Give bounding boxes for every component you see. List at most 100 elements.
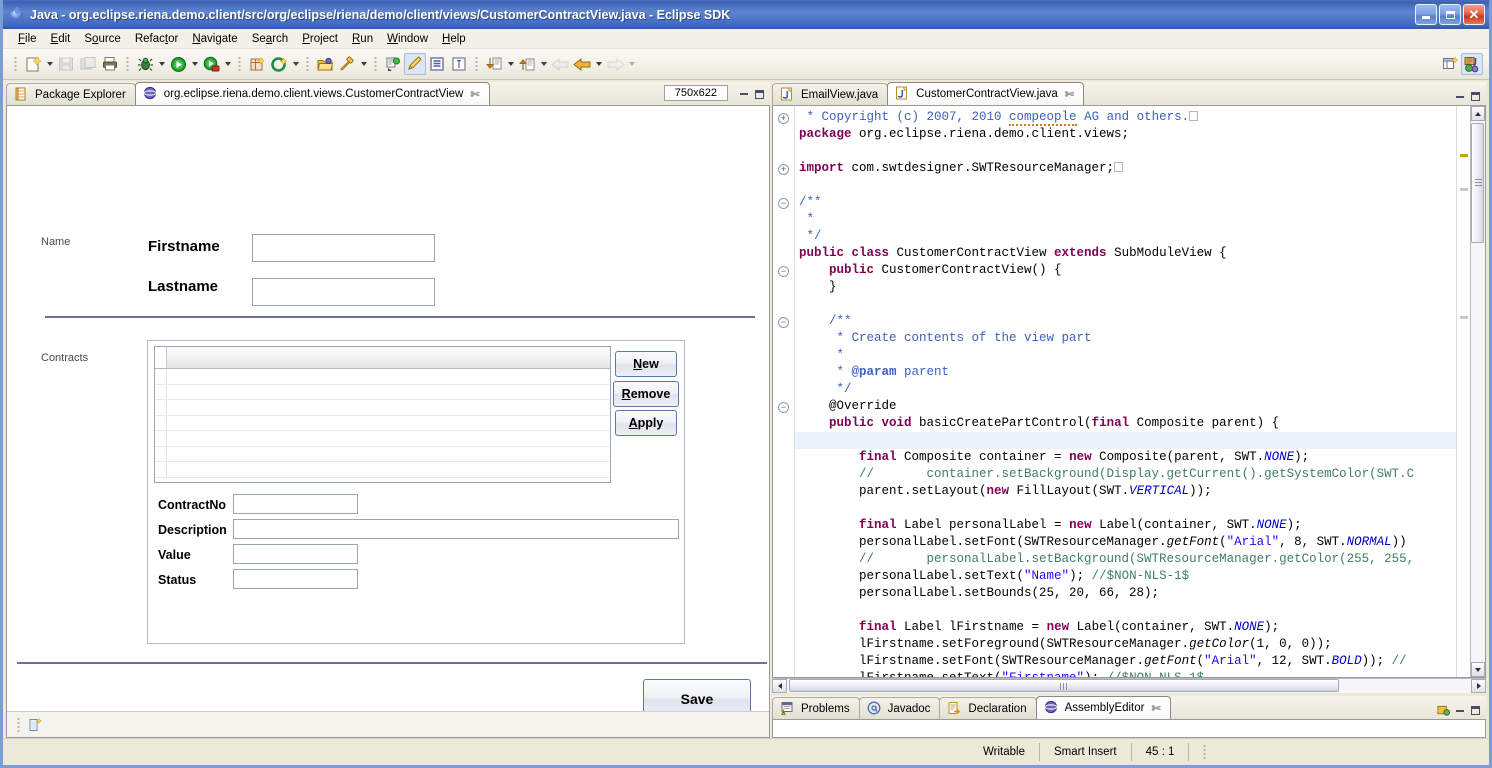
code-line[interactable]: // personalLabel.setBackground(SWTResour… — [795, 551, 1456, 568]
code-line[interactable]: * — [795, 211, 1456, 228]
table-row[interactable] — [155, 446, 610, 462]
open-perspective-icon[interactable] — [1439, 53, 1461, 75]
designer-canvas[interactable]: Name Firstname Lastname Contracts New Re… — [6, 106, 770, 738]
code-line[interactable]: * @param parent — [795, 364, 1456, 381]
tab-customercontractview-designer[interactable]: org.eclipse.riena.demo.client.views.Cust… — [134, 82, 490, 105]
back-icon[interactable] — [571, 53, 593, 75]
code-line[interactable]: /** — [795, 194, 1456, 211]
code-line[interactable] — [795, 177, 1456, 194]
code-text[interactable]: * Copyright (c) 2007, 2010 compeople AG … — [795, 106, 1456, 677]
toolbar-grip-5[interactable] — [374, 56, 377, 72]
code-line[interactable]: } — [795, 279, 1456, 296]
tab-javadoc[interactable]: Javadoc — [858, 697, 941, 719]
table-row[interactable] — [155, 415, 610, 431]
code-line[interactable]: personalLabel.setBounds(25, 20, 66, 28); — [795, 585, 1456, 602]
new-class-icon[interactable] — [268, 53, 290, 75]
code-line[interactable] — [795, 602, 1456, 619]
last-edit-location-icon[interactable] — [382, 53, 404, 75]
close-icon[interactable]: ✄ — [1065, 88, 1074, 101]
table-row[interactable] — [155, 462, 610, 478]
previous-annotation-dropdown-icon[interactable] — [538, 53, 549, 75]
tab-emailview-java[interactable]: EmailView.java — [772, 83, 889, 105]
tab-assemblyeditor[interactable]: AssemblyEditor ✄ — [1035, 696, 1171, 719]
menu-item-run[interactable]: Run — [345, 32, 380, 46]
table-row[interactable] — [155, 369, 610, 385]
folding-gutter[interactable]: + + − − − − — [773, 106, 795, 677]
code-line[interactable]: public class CustomerContractView extend… — [795, 245, 1456, 262]
code-line[interactable] — [795, 500, 1456, 517]
fold-expand-icon[interactable]: + — [778, 113, 789, 124]
menu-item-source[interactable]: Source — [77, 32, 127, 46]
scroll-left-icon[interactable] — [772, 679, 787, 693]
code-line[interactable]: final Label lFirstname = new Label(conta… — [795, 619, 1456, 636]
run-icon[interactable] — [167, 53, 189, 75]
open-type-icon[interactable] — [314, 53, 336, 75]
minimize-button[interactable] — [1415, 4, 1437, 25]
code-line[interactable]: personalLabel.setText("Name"); //$NON-NL… — [795, 568, 1456, 585]
toolbar-grip[interactable] — [14, 56, 17, 72]
vscroll-track[interactable] — [1471, 121, 1485, 662]
menu-item-window[interactable]: Window — [380, 32, 435, 46]
hscroll-track[interactable] — [787, 679, 1471, 693]
contracts-table[interactable] — [154, 346, 611, 483]
code-line[interactable]: lFirstname.setText("Firstname"); //$NON-… — [795, 670, 1456, 677]
code-line[interactable]: public void basicCreatePartControl(final… — [795, 415, 1456, 432]
block-selection-icon[interactable] — [448, 53, 470, 75]
maximize-editor-icon[interactable] — [1469, 90, 1482, 103]
code-line[interactable]: * — [795, 347, 1456, 364]
table-header-row[interactable] — [155, 347, 610, 369]
maximize-button[interactable] — [1439, 4, 1461, 25]
menu-item-refactor[interactable]: Refactor — [128, 32, 185, 46]
vscroll-thumb[interactable] — [1471, 123, 1484, 243]
code-line[interactable]: @Override — [795, 398, 1456, 415]
toolbar-grip-6[interactable] — [475, 56, 478, 72]
tab-declaration[interactable]: Declaration — [939, 697, 1037, 719]
maximize-view-icon[interactable] — [753, 88, 766, 101]
new-wizard-icon[interactable] — [22, 53, 44, 75]
close-icon[interactable]: ✄ — [1151, 702, 1160, 715]
code-line[interactable]: final Label personalLabel = new Label(co… — [795, 517, 1456, 534]
editor-vertical-scrollbar[interactable] — [1470, 106, 1485, 677]
scroll-down-icon[interactable] — [1471, 662, 1485, 677]
code-line[interactable]: /** — [795, 313, 1456, 330]
minimize-view-icon[interactable] — [737, 88, 750, 101]
maximize-bottom-icon[interactable] — [1469, 704, 1482, 717]
next-annotation-icon[interactable] — [483, 53, 505, 75]
editor-horizontal-scrollbar[interactable] — [772, 678, 1486, 693]
hscroll-thumb[interactable] — [789, 679, 1339, 692]
remove-button[interactable]: Remove — [613, 381, 679, 407]
code-line[interactable]: // container.setBackground(Display.getCu… — [795, 466, 1456, 483]
contractno-input[interactable] — [233, 494, 358, 514]
tab-package-explorer[interactable]: Package Explorer — [6, 83, 136, 105]
run-dropdown-icon[interactable] — [189, 53, 200, 75]
run-external-tools-icon[interactable] — [200, 53, 222, 75]
code-line[interactable]: * Create contents of the view part — [795, 330, 1456, 347]
new-java-project-icon[interactable] — [246, 53, 268, 75]
toolbar-grip-3[interactable] — [238, 56, 241, 72]
new-class-dropdown-icon[interactable] — [290, 53, 301, 75]
print-icon[interactable] — [99, 53, 121, 75]
menu-item-help[interactable]: Help — [435, 32, 473, 46]
search-dropdown-icon[interactable] — [358, 53, 369, 75]
apply-button[interactable]: Apply — [615, 410, 677, 436]
menu-item-search[interactable]: Search — [245, 32, 295, 46]
collapsed-region-icon[interactable] — [1114, 162, 1124, 172]
code-line[interactable]: */ — [795, 228, 1456, 245]
code-line[interactable]: parent.setLayout(new FillLayout(SWT.VERT… — [795, 483, 1456, 500]
new-button[interactable]: New — [615, 351, 677, 377]
show-whitespace-icon[interactable] — [426, 53, 448, 75]
next-annotation-dropdown-icon[interactable] — [505, 53, 516, 75]
table-row[interactable] — [155, 431, 610, 447]
tab-customercontractview-java[interactable]: CustomerContractView.java ✄ — [887, 82, 1085, 105]
close-button[interactable]: ✕ — [1463, 4, 1485, 25]
minimize-bottom-icon[interactable] — [1453, 704, 1466, 717]
toolbar-grip-4[interactable] — [306, 56, 309, 72]
code-line[interactable]: personalLabel.setFont(SWTResourceManager… — [795, 534, 1456, 551]
fold-collapse-icon[interactable]: − — [778, 402, 789, 413]
lastname-input[interactable] — [252, 278, 435, 306]
code-line[interactable]: import com.swtdesigner.SWTResourceManage… — [795, 160, 1456, 177]
toggle-markoccurrences-icon[interactable] — [404, 53, 426, 75]
previous-annotation-icon[interactable] — [516, 53, 538, 75]
code-line[interactable]: */ — [795, 381, 1456, 398]
code-line[interactable]: lFirstname.setForeground(SWTResourceMana… — [795, 636, 1456, 653]
